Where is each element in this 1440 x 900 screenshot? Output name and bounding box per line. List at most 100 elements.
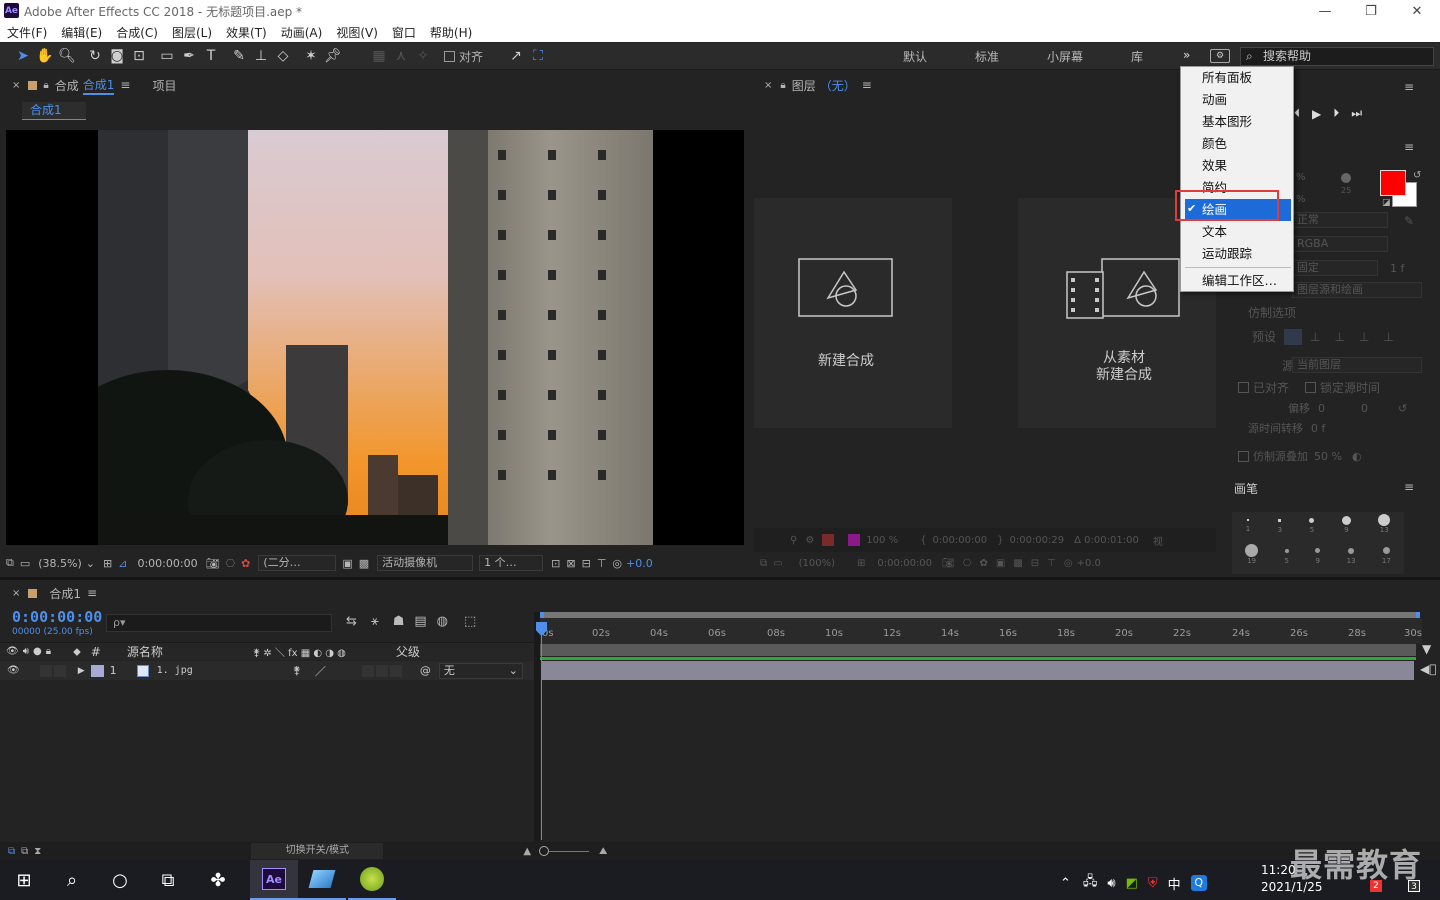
comp-breadcrumb[interactable]: 合成1 [22, 102, 86, 120]
in-point-icon[interactable]: { [920, 535, 926, 546]
duration-dropdown[interactable]: 固定 [1292, 260, 1378, 276]
table-row[interactable]: 👁︎ ▶ 1 1. jpg ⚵ ／ @ 无 ⌄ [0, 661, 534, 680]
layer-name[interactable]: 1. jpg [157, 665, 193, 676]
fan-app-icon[interactable]: ✤ [194, 860, 242, 900]
in-point-time[interactable]: 0:00:00:00 [932, 535, 987, 546]
qq-icon[interactable]: Q [1190, 875, 1207, 891]
out-point-time[interactable]: 0:00:00:29 [1009, 535, 1064, 546]
workspace-library[interactable]: 库 [1131, 48, 1143, 65]
rectangle-tool-icon[interactable]: ▭ [156, 45, 178, 67]
column-source-name[interactable]: 源名称 [127, 643, 163, 660]
foreground-color-swatch[interactable] [1380, 170, 1406, 196]
preset-2-icon[interactable]: ⊥ [1310, 330, 1320, 344]
next-frame-icon[interactable]: ⏵ [1333, 106, 1339, 121]
brush-tip[interactable]: 9 [1341, 515, 1351, 534]
timeline-icon[interactable]: ⊟ [582, 557, 591, 570]
zoom-value[interactable]: (38.5%) [38, 557, 82, 570]
network-icon[interactable]: 🖧︎ [1083, 872, 1098, 894]
brush-tip[interactable]: 1 [1246, 515, 1250, 533]
zoom-slider-handle[interactable] [539, 846, 550, 856]
timeline-tab-name[interactable]: 合成1 [49, 585, 81, 602]
duration-time[interactable]: Δ 0:00:01:00 [1074, 535, 1139, 546]
exposure-value[interactable]: +0.0 [626, 557, 653, 570]
notepad-app-icon[interactable] [298, 860, 346, 900]
expand-triangle-icon[interactable]: ▶ [78, 666, 85, 676]
menu-effect[interactable]: 效果(T) [226, 24, 267, 41]
menu-composition[interactable]: 合成(C) [116, 24, 158, 41]
new-comp-card[interactable]: 新建合成 [754, 198, 952, 428]
close-tab-icon[interactable]: × [764, 80, 772, 91]
selection-tool-icon[interactable]: ➤ [12, 45, 34, 67]
column-parent[interactable]: 父级 [396, 643, 420, 660]
display-icon[interactable]: ▭ [773, 558, 782, 569]
difference-mode-icon[interactable]: ◐ [1352, 450, 1362, 463]
parent-dropdown[interactable]: 无 ⌄ [438, 662, 523, 679]
region-icon[interactable]: ▣ [996, 558, 1005, 569]
flowchart-icon[interactable]: ⊤ [1047, 558, 1056, 569]
color-channels-icon[interactable]: ✿ [241, 557, 250, 570]
preset-3-icon[interactable]: ⊥ [1334, 330, 1344, 344]
brush-tip[interactable]: 5 [1284, 545, 1289, 565]
security-icon[interactable]: ⛨ [1148, 876, 1158, 891]
render-icon[interactable]: ⊟ [1031, 558, 1039, 569]
toggle-switches-modes-button[interactable]: 切换开关/模式 [251, 843, 384, 859]
offset-y[interactable]: 0 [1361, 402, 1368, 415]
project-tab[interactable]: 项目 [152, 77, 176, 94]
transparency-grid-icon[interactable]: ▩ [359, 557, 369, 570]
preset-4-icon[interactable]: ⊥ [1359, 330, 1369, 344]
menu-file[interactable]: 文件(F) [7, 24, 47, 41]
comp-button-icon[interactable]: ◀⃞ [1420, 662, 1436, 676]
search-icon[interactable]: ⌕ [48, 860, 96, 900]
menu-item-edit-workspaces[interactable]: 编辑工作区… [1202, 270, 1277, 292]
offset-x[interactable]: 0 [1318, 402, 1325, 415]
frame-blend-icon[interactable]: ▤ [414, 614, 426, 629]
flowchart-icon[interactable]: ⊤ [597, 557, 607, 570]
footage-icon[interactable]: ⚲ [790, 535, 797, 546]
rotate-tool-icon[interactable]: ↻ [84, 45, 106, 67]
show-snapshot-icon[interactable]: ⎔ [963, 558, 972, 569]
puppet-pin-tool-icon[interactable]: 📌︎ [322, 45, 344, 67]
comp-flowchart-icon[interactable]: ⇆ [346, 614, 357, 629]
switch-box[interactable] [361, 664, 374, 677]
panel-menu-icon[interactable]: ≡ [1404, 80, 1414, 94]
menu-edit[interactable]: 编辑(E) [61, 24, 102, 41]
camera-tool-icon[interactable]: ◙ [106, 45, 128, 67]
pan-behind-tool-icon[interactable]: ⊡ [128, 45, 150, 67]
switch-box[interactable] [389, 664, 402, 677]
render-icon[interactable]: ⊠ [566, 557, 575, 570]
brush-tip[interactable]: 13 [1378, 514, 1391, 534]
visibility-toggle-icon[interactable]: 👁︎ [7, 665, 20, 676]
always-preview-icon[interactable]: ⧉ [6, 556, 14, 570]
layer-switches-icon[interactable]: ⧉ [8, 846, 15, 857]
workspace-standard[interactable]: 标准 [975, 48, 999, 65]
time-ruler[interactable]: 0s 02s 04s 06s 08s 10s 12s 14s 16s 18s 2… [540, 618, 1422, 644]
brush-tool-icon[interactable]: ✎ [228, 45, 250, 67]
time-shift-value[interactable]: 0 f [1311, 422, 1325, 435]
exposure-icon[interactable]: ◎ [1064, 558, 1073, 569]
layer-tab-value[interactable]: （无） [820, 77, 856, 94]
layer-duration-bar[interactable] [542, 661, 1414, 680]
help-search-input[interactable]: 搜索帮助 [1240, 47, 1434, 66]
audio-toggle[interactable] [39, 664, 52, 677]
brush-tip[interactable]: 3 [1278, 515, 1282, 534]
brush-tip[interactable]: 17 [1382, 544, 1391, 565]
transparency-icon[interactable]: ▩ [1013, 558, 1022, 569]
last-frame-icon[interactable]: ⏭ [1351, 106, 1362, 121]
snap-features-icon[interactable]: ⛶ [527, 45, 549, 67]
color-swatch-red[interactable] [822, 534, 835, 546]
ime-indicator[interactable]: 中 [1168, 874, 1181, 893]
snapshot-icon[interactable]: 📷︎ [942, 558, 955, 569]
switch-box[interactable] [375, 664, 388, 677]
workspace-sync-icon[interactable]: ⚙ [1210, 49, 1230, 63]
lock-icon[interactable]: 🔒︎ [780, 80, 785, 91]
panel-menu-icon[interactable]: ≡ [1404, 480, 1414, 494]
duration-value[interactable]: 1 f [1390, 262, 1404, 275]
mask-toggle-icon[interactable]: ⊿ [118, 557, 127, 570]
menu-item-color[interactable]: 颜色 [1202, 133, 1227, 155]
snap-edges-icon[interactable]: ↗ [505, 45, 527, 67]
playhead-line[interactable] [541, 624, 542, 840]
pen-tool-icon[interactable]: ✒ [178, 45, 200, 67]
chevron-down-icon[interactable]: ⌄ [86, 557, 95, 570]
layer-list-empty-area[interactable] [0, 680, 534, 840]
camera-dropdown[interactable]: 活动摄像机 [377, 555, 474, 571]
